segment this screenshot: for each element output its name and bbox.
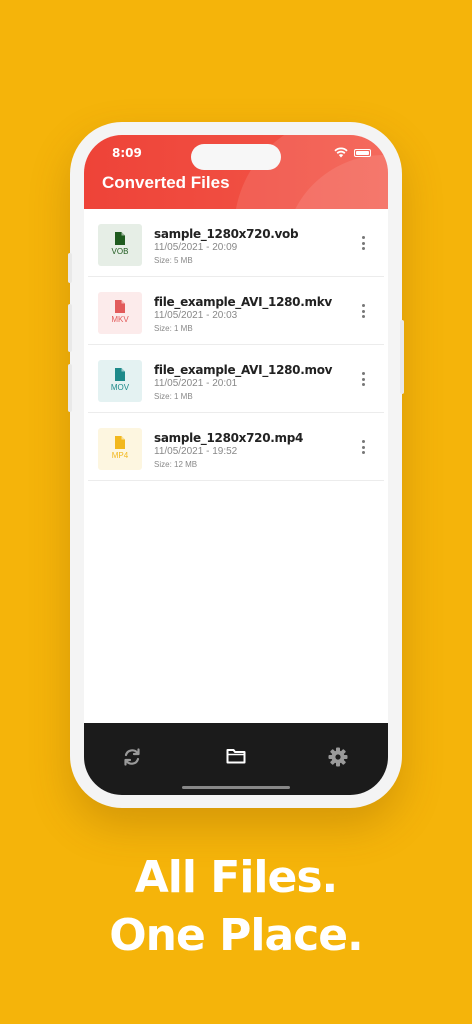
- app-screen: 8:09 Converted Files VOB sample_1280x720…: [84, 135, 388, 795]
- phone-side-button: [68, 253, 72, 283]
- wifi-icon: [334, 147, 348, 158]
- more-options-icon[interactable]: [358, 301, 368, 321]
- file-name: sample_1280x720.vob: [154, 227, 299, 241]
- file-icon: [115, 232, 125, 245]
- file-name: file_example_AVI_1280.mkv: [154, 295, 332, 309]
- file-extension-label: MKV: [111, 315, 129, 324]
- file-list: VOB sample_1280x720.vob 11/05/2021 - 20:…: [84, 209, 388, 481]
- file-icon: [115, 300, 125, 313]
- more-options-icon[interactable]: [358, 369, 368, 389]
- more-options-icon[interactable]: [358, 233, 368, 253]
- file-extension-label: VOB: [111, 247, 129, 256]
- file-date: 11/05/2021 - 20:03: [154, 310, 238, 321]
- file-thumbnail: MOV: [98, 360, 142, 402]
- tagline-line-2: One Place.: [109, 910, 364, 961]
- phone-side-button: [68, 364, 72, 412]
- status-time: 8:09: [112, 146, 142, 160]
- more-options-icon[interactable]: [358, 437, 368, 457]
- refresh-icon[interactable]: [122, 747, 142, 767]
- battery-icon: [354, 149, 371, 157]
- phone-side-button: [68, 304, 72, 352]
- file-date: 11/05/2021 - 19:52: [154, 446, 238, 457]
- file-extension-label: MOV: [110, 383, 130, 392]
- file-list-item[interactable]: MKV file_example_AVI_1280.mkv 11/05/2021…: [88, 277, 384, 345]
- page-title: Converted Files: [102, 173, 230, 192]
- file-size: Size: 1 MB: [154, 392, 193, 401]
- file-size: Size: 12 MB: [154, 460, 198, 469]
- bottom-navbar: [84, 723, 388, 795]
- app-header: 8:09 Converted Files: [84, 135, 388, 209]
- file-thumbnail: VOB: [98, 224, 142, 266]
- file-size: Size: 1 MB: [154, 324, 193, 333]
- file-list-item[interactable]: MP4 sample_1280x720.mp4 11/05/2021 - 19:…: [88, 413, 384, 481]
- file-list-item[interactable]: MOV file_example_AVI_1280.mov 11/05/2021…: [88, 345, 384, 413]
- file-extension-label: MP4: [111, 451, 129, 460]
- home-indicator: [182, 786, 290, 789]
- file-name: file_example_AVI_1280.mov: [154, 363, 333, 377]
- file-icon: [115, 368, 125, 381]
- gear-icon[interactable]: [328, 747, 348, 767]
- file-date: 11/05/2021 - 20:09: [154, 242, 238, 253]
- file-thumbnail: MKV: [98, 292, 142, 334]
- tagline-line-1: All Files.: [134, 852, 339, 903]
- file-size: Size: 5 MB: [154, 256, 193, 265]
- dynamic-island: [191, 144, 281, 170]
- file-list-item[interactable]: VOB sample_1280x720.vob 11/05/2021 - 20:…: [88, 209, 384, 277]
- file-icon: [115, 436, 125, 449]
- phone-side-button: [400, 320, 404, 394]
- file-thumbnail: MP4: [98, 428, 142, 470]
- file-date: 11/05/2021 - 20:01: [154, 378, 238, 389]
- file-name: sample_1280x720.mp4: [154, 431, 304, 445]
- folder-icon[interactable]: [226, 747, 246, 765]
